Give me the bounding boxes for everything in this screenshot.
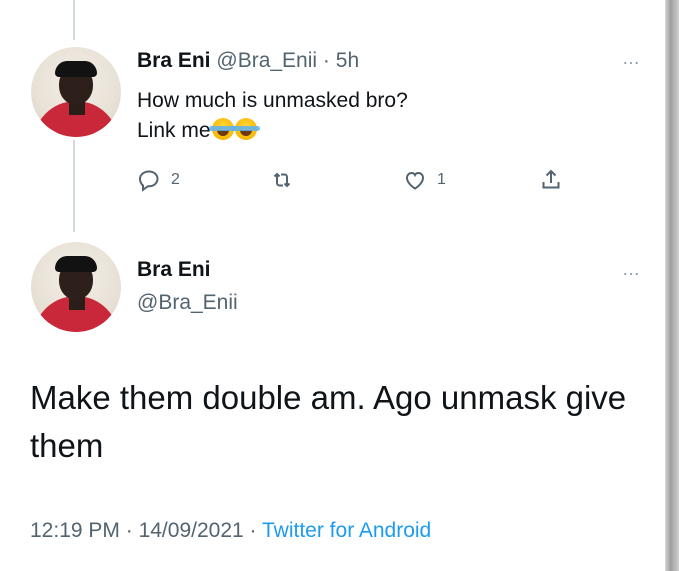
tweet-source-link[interactable]: Twitter for Android xyxy=(262,519,431,542)
avatar[interactable] xyxy=(31,47,121,137)
reply-icon xyxy=(138,170,159,192)
tweet-text: Make them double am. Ago unmask give the… xyxy=(30,379,627,464)
tweet-time[interactable]: 12:19 PM xyxy=(30,519,120,542)
tweet-date[interactable]: 14/09/2021 xyxy=(139,519,244,542)
reply-button[interactable]: 2 xyxy=(137,166,180,194)
tweet-author-name[interactable]: Bra Eni xyxy=(137,258,211,282)
tears-of-joy-emoji-icon xyxy=(231,118,260,140)
reply-text-line-1: How much is unmasked bro? xyxy=(137,89,408,112)
like-button[interactable]: 1 xyxy=(403,166,446,194)
retweet-button[interactable] xyxy=(270,166,294,194)
like-count: 1 xyxy=(437,171,446,188)
reply-author-handle[interactable]: @Bra_Enii xyxy=(216,49,317,72)
reply-text: How much is unmasked bro? Link me xyxy=(137,86,567,146)
meta-separator: · xyxy=(125,519,133,542)
more-options-icon[interactable]: … xyxy=(622,49,641,67)
thread-line-top xyxy=(73,0,75,40)
avatar-cap xyxy=(55,61,97,77)
reply-header: Bra Eni @Bra_Enii · 5h xyxy=(137,48,359,74)
more-options-icon[interactable]: … xyxy=(622,260,641,278)
thread-line xyxy=(73,140,75,232)
tears-of-joy-emoji-icon xyxy=(208,118,237,140)
meta-separator: · xyxy=(249,519,257,542)
heart-icon xyxy=(405,171,425,190)
screen-edge xyxy=(665,0,679,571)
header-separator: · xyxy=(322,49,330,72)
reply-timestamp[interactable]: 5h xyxy=(336,49,359,72)
tweet-metadata: 12:19 PM · 14/09/2021 · Twitter for Andr… xyxy=(30,519,431,543)
avatar-cap xyxy=(55,256,97,272)
share-icon xyxy=(542,169,560,189)
share-button[interactable] xyxy=(539,166,563,194)
reply-count: 2 xyxy=(171,171,180,188)
tweet-author-handle[interactable]: @Bra_Enii xyxy=(137,291,238,315)
reply-text-line-2-text: Link me xyxy=(137,119,211,142)
reply-author-name[interactable]: Bra Eni xyxy=(137,49,211,72)
reply-text-line-2: Link me xyxy=(137,116,567,146)
retweet-icon xyxy=(273,172,291,188)
avatar[interactable] xyxy=(31,242,121,332)
